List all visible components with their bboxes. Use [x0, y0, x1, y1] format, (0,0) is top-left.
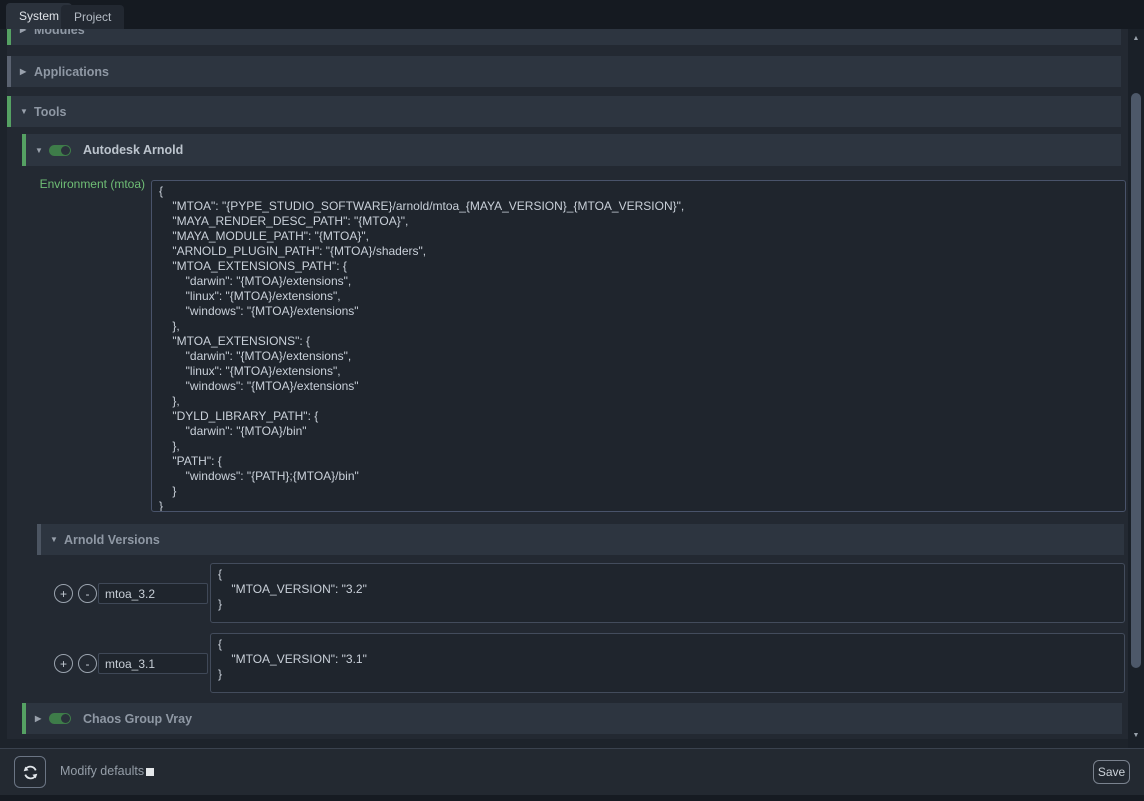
section-header-applications[interactable]: ▶ Applications	[7, 56, 1121, 87]
version-name-input[interactable]	[98, 583, 208, 604]
scroll-up-icon[interactable]: ▲	[1128, 35, 1144, 42]
modify-defaults-label: Modify defaults	[60, 764, 144, 778]
remove-version-button[interactable]: -	[78, 654, 97, 673]
save-button[interactable]: Save	[1093, 760, 1130, 784]
refresh-button[interactable]	[14, 756, 46, 788]
arnold-enabled-toggle[interactable]	[49, 145, 71, 156]
section-title-applications: Applications	[34, 65, 109, 79]
vertical-scrollbar-thumb[interactable]	[1131, 93, 1141, 668]
version-value-editor[interactable]: { "MTOA_VERSION": "3.2" }	[210, 563, 1125, 623]
collapsed-icon: ▶	[20, 67, 34, 76]
add-version-button[interactable]: +	[54, 654, 73, 673]
group-title-autodesk-arnold: Autodesk Arnold	[83, 143, 183, 157]
refresh-icon	[22, 764, 39, 781]
section-title-modules: Modules	[34, 29, 85, 37]
vray-enabled-toggle[interactable]	[49, 713, 71, 724]
footer-bar: Modify defaults Save	[0, 748, 1144, 795]
collapsed-icon: ▶	[20, 29, 34, 34]
expanded-icon: ▼	[35, 146, 49, 155]
environment-mtoa-label: Environment (mtoa)	[22, 177, 145, 191]
section-title-tools: Tools	[34, 105, 66, 119]
group-title-chaos-group-vray: Chaos Group Vray	[83, 712, 192, 726]
version-value-editor[interactable]: { "MTOA_VERSION": "3.1" }	[210, 633, 1125, 693]
vertical-scrollbar[interactable]: ▲ ▼	[1128, 29, 1144, 748]
tab-project[interactable]: Project	[61, 5, 124, 29]
expanded-icon: ▼	[20, 107, 34, 116]
settings-scroll-area: ▶ Modules ▶ Applications ▼ Tools ▼ Autod…	[0, 29, 1128, 739]
version-name-input[interactable]	[98, 653, 208, 674]
add-version-button[interactable]: +	[54, 584, 73, 603]
environment-mtoa-editor[interactable]: { "MTOA": "{PYPE_STUDIO_SOFTWARE}/arnold…	[151, 180, 1126, 512]
section-header-modules[interactable]: ▶ Modules	[7, 29, 1121, 45]
group-header-autodesk-arnold[interactable]: ▼ Autodesk Arnold	[22, 134, 1121, 166]
group-header-chaos-group-vray[interactable]: ▶ Chaos Group Vray	[22, 703, 1122, 734]
section-title-arnold-versions: Arnold Versions	[64, 533, 160, 547]
expanded-icon: ▼	[50, 535, 64, 544]
tab-bar: System Project	[0, 0, 1144, 29]
section-header-arnold-versions[interactable]: ▼ Arnold Versions	[37, 524, 1124, 555]
modify-defaults-checkbox[interactable]	[146, 768, 154, 776]
section-header-tools[interactable]: ▼ Tools	[7, 96, 1121, 127]
remove-version-button[interactable]: -	[78, 584, 97, 603]
settings-main: ▶ Modules ▶ Applications ▼ Tools ▼ Autod…	[0, 29, 1144, 748]
scroll-down-icon[interactable]: ▼	[1128, 732, 1144, 739]
collapsed-icon: ▶	[35, 714, 49, 723]
toggle-knob	[61, 714, 70, 723]
toggle-knob	[61, 146, 70, 155]
